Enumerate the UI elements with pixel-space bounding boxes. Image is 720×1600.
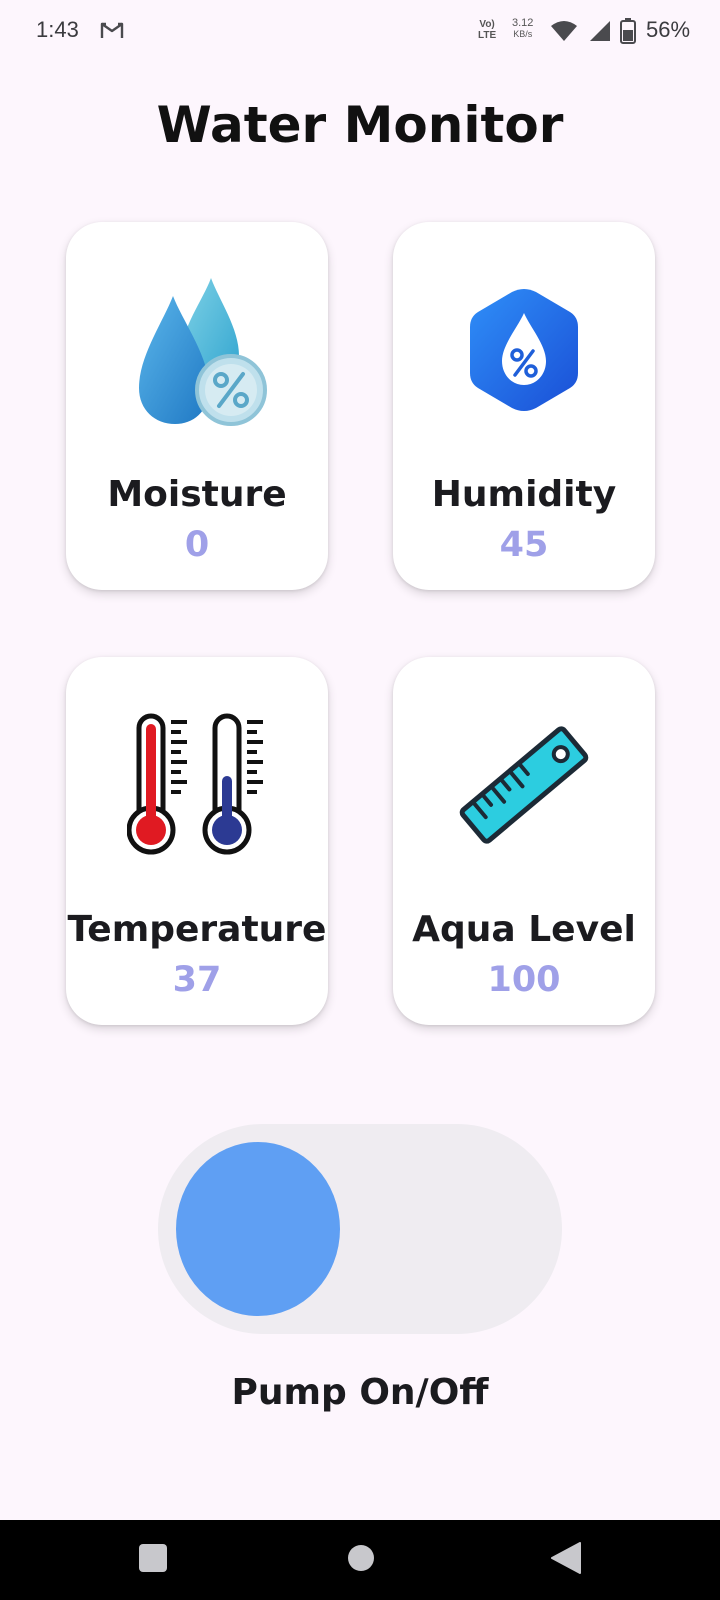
moisture-value: 0 <box>184 525 210 565</box>
volte-indicator: Vo) LTE <box>478 19 497 41</box>
status-time: 1:43 <box>36 17 79 42</box>
back-icon <box>550 1542 582 1578</box>
home-button[interactable] <box>321 1520 401 1600</box>
moisture-label: Moisture <box>107 474 287 515</box>
aqua-level-card[interactable]: Aqua Level 100 <box>393 657 655 1025</box>
signal-icon <box>588 20 612 46</box>
water-drops-percent-icon <box>66 260 328 440</box>
navigation-bar <box>0 1520 720 1600</box>
humidity-card[interactable]: Humidity 45 <box>393 222 655 590</box>
net-speed: 3.12 KB/s <box>512 17 534 40</box>
gmail-icon <box>100 20 124 40</box>
aqua-level-value: 100 <box>487 960 561 1000</box>
back-button[interactable] <box>526 1520 606 1600</box>
status-bar: 1:43 Vo) LTE 3.12 KB/s 56% <box>0 0 720 64</box>
thermometers-icon <box>66 695 328 875</box>
pump-toggle-thumb[interactable] <box>176 1142 340 1316</box>
page-title: Water Monitor <box>156 96 564 154</box>
humidity-value: 45 <box>499 525 549 565</box>
pump-toggle-switch[interactable] <box>158 1124 562 1334</box>
moisture-card[interactable]: Moisture 0 <box>66 222 328 590</box>
battery-percent: 56% <box>646 17 691 42</box>
aqua-level-label: Aqua Level <box>412 909 636 950</box>
temperature-value: 37 <box>172 960 222 1000</box>
temperature-label: Temperature <box>67 909 327 950</box>
recents-icon <box>138 1543 168 1577</box>
recents-button[interactable] <box>113 1520 193 1600</box>
humidity-hexagon-icon <box>393 260 655 440</box>
home-icon <box>346 1543 376 1577</box>
status-indicators: Vo) LTE 3.12 KB/s 56% <box>460 0 720 64</box>
temperature-card[interactable]: Temperature 37 <box>66 657 328 1025</box>
ruler-icon <box>393 695 655 875</box>
wifi-icon <box>550 20 578 46</box>
pump-label: Pump On/Off <box>231 1372 489 1413</box>
battery-icon <box>620 18 636 48</box>
humidity-label: Humidity <box>431 474 617 515</box>
